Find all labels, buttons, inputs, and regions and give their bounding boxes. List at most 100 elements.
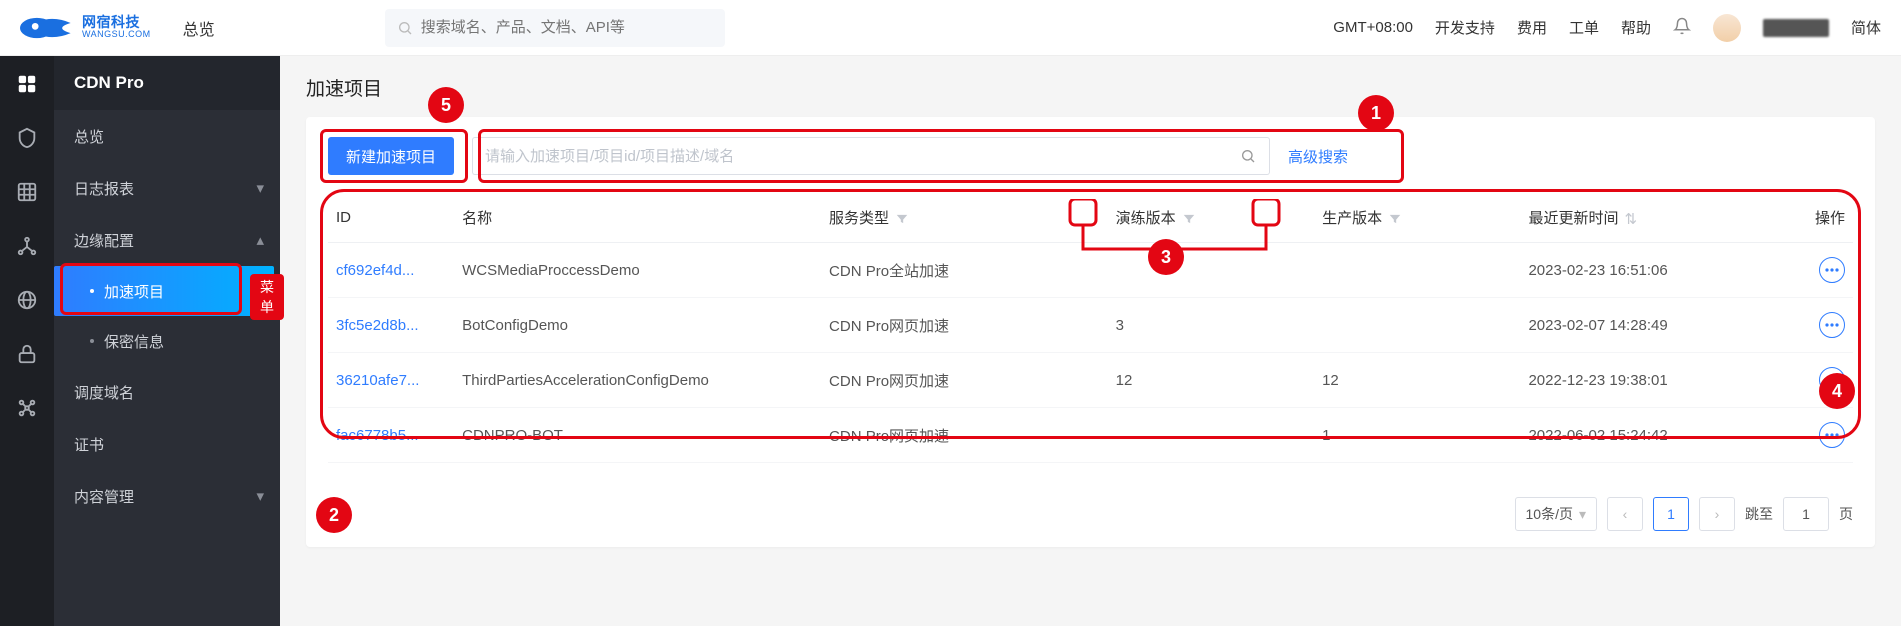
cell-id[interactable]: cf692ef4d... — [328, 243, 454, 298]
table-row: 36210afe7...ThirdPartiesAccelerationConf… — [328, 353, 1853, 408]
global-search-input[interactable] — [421, 19, 713, 36]
th-svc[interactable]: 服务类型 — [821, 193, 1108, 243]
cell-op — [1773, 408, 1853, 463]
cell-op — [1773, 353, 1853, 408]
projects-table: ID 名称 服务类型 演练版本 生产版本 最近更新时间⇅ 操作 cf692ef4… — [328, 193, 1853, 463]
sidebar-sub-secret[interactable]: 保密信息 — [54, 316, 280, 366]
filter-icon[interactable] — [1388, 212, 1402, 226]
row-actions-button[interactable] — [1819, 257, 1845, 283]
cell-prod: 12 — [1314, 353, 1520, 408]
sidebar-title: CDN Pro — [54, 56, 280, 110]
cell-name: CDNPRO-BOT — [454, 408, 821, 463]
cell-id[interactable]: 36210afe7... — [328, 353, 454, 408]
main: 加速项目 5 新建加速项目 高级搜索 1 ID — [280, 56, 1901, 626]
brand-domain: WANGSU.COM — [82, 30, 151, 39]
cell-op — [1773, 298, 1853, 353]
brand-logo[interactable]: 网宿科技 WANGSU.COM — [20, 10, 151, 46]
page-size-select[interactable]: 10条/页 ▾ — [1515, 497, 1598, 531]
th-op: 操作 — [1773, 193, 1853, 243]
total-records: 条 — [328, 503, 342, 523]
cost-link[interactable]: 费用 — [1517, 17, 1547, 38]
chevron-down-icon: ▾ — [256, 179, 264, 197]
th-updated[interactable]: 最近更新时间⇅ — [1520, 193, 1772, 243]
help-link[interactable]: 帮助 — [1621, 17, 1651, 38]
topbar: 网宿科技 WANGSU.COM 总览 GMT+08:00 开发支持 费用 工单 … — [0, 0, 1901, 56]
cell-rehearse — [1108, 243, 1314, 298]
cell-prod: 1 — [1314, 408, 1520, 463]
cell-updated: 2022-12-23 19:38:01 — [1520, 353, 1772, 408]
cell-name: ThirdPartiesAccelerationConfigDemo — [454, 353, 821, 408]
cell-updated: 2022-06-02 15:24:42 — [1520, 408, 1772, 463]
sidebar: CDN Pro 总览 日志报表 ▾ 边缘配置 ▴ 加速项目 菜单 保密信息 调度… — [54, 56, 280, 626]
page-prev-button[interactable]: ‹ — [1607, 497, 1643, 531]
cell-svc: CDN Pro网页加速 — [821, 353, 1108, 408]
timezone[interactable]: GMT+08:00 — [1333, 19, 1413, 36]
project-search-input[interactable] — [472, 137, 1226, 175]
cell-id[interactable]: 3fc5e2d8b... — [328, 298, 454, 353]
bell-icon[interactable] — [1673, 17, 1691, 39]
cell-updated: 2023-02-23 16:51:06 — [1520, 243, 1772, 298]
dev-support-link[interactable]: 开发支持 — [1435, 17, 1495, 38]
dot-icon — [90, 339, 94, 343]
page-next-button[interactable]: › — [1699, 497, 1735, 531]
cell-svc: CDN Pro全站加速 — [821, 243, 1108, 298]
cell-op — [1773, 243, 1853, 298]
rail-nodes-icon[interactable] — [15, 234, 39, 258]
toolbar: 新建加速项目 高级搜索 1 — [328, 137, 1853, 175]
row-actions-button[interactable] — [1819, 312, 1845, 338]
th-name: 名称 — [454, 193, 821, 243]
th-prod[interactable]: 生产版本 — [1314, 193, 1520, 243]
th-rehearse[interactable]: 演练版本 — [1108, 193, 1314, 243]
rail-network-icon[interactable] — [15, 396, 39, 420]
chevron-down-icon: ▾ — [1579, 506, 1586, 523]
cell-prod — [1314, 298, 1520, 353]
lang-switch[interactable]: 简体 — [1851, 17, 1881, 38]
row-actions-button[interactable] — [1819, 367, 1845, 393]
filter-icon[interactable] — [895, 212, 909, 226]
pagination: 10条/页 ▾ ‹ 1 › 跳至 页 — [1515, 497, 1854, 531]
sidebar-item-cert[interactable]: 证书 — [54, 418, 280, 470]
search-icon — [1240, 148, 1256, 164]
filter-icon[interactable] — [1182, 212, 1196, 226]
page-number-current[interactable]: 1 — [1653, 497, 1689, 531]
ticket-link[interactable]: 工单 — [1569, 17, 1599, 38]
rail-lock-icon[interactable] — [15, 342, 39, 366]
new-accel-button[interactable]: 新建加速项目 — [328, 137, 454, 175]
sidebar-item-content[interactable]: 内容管理 ▾ — [54, 470, 280, 522]
table-header-row: ID 名称 服务类型 演练版本 生产版本 最近更新时间⇅ 操作 — [328, 193, 1853, 243]
cell-name: BotConfigDemo — [454, 298, 821, 353]
jump-label: 跳至 — [1745, 504, 1773, 524]
cell-name: WCSMediaProccessDemo — [454, 243, 821, 298]
chevron-down-icon: ▾ — [256, 487, 264, 505]
rail-shield-icon[interactable] — [15, 126, 39, 150]
sidebar-item-dispatch[interactable]: 调度域名 — [54, 366, 280, 418]
row-actions-button[interactable] — [1819, 422, 1845, 448]
table-row: fac6778b5...CDNPRO-BOTCDN Pro网页加速12022-0… — [328, 408, 1853, 463]
top-overview-link[interactable]: 总览 — [183, 16, 215, 40]
global-search[interactable] — [385, 9, 725, 47]
sidebar-item-overview[interactable]: 总览 — [54, 110, 280, 162]
cell-rehearse: 3 — [1108, 298, 1314, 353]
jump-page-input[interactable] — [1783, 497, 1829, 531]
search-icon — [397, 20, 413, 36]
avatar[interactable] — [1713, 14, 1741, 42]
cell-rehearse — [1108, 408, 1314, 463]
sidebar-sub-accel[interactable]: 加速项目 — [54, 266, 274, 316]
page-title: 加速项目 — [306, 74, 1875, 101]
username-masked[interactable] — [1763, 19, 1829, 37]
icon-rail — [0, 56, 54, 626]
cell-id[interactable]: fac6778b5... — [328, 408, 454, 463]
th-id: ID — [328, 193, 454, 243]
brand-name: 网宿科技 — [82, 15, 151, 30]
sidebar-item-log[interactable]: 日志报表 ▾ — [54, 162, 280, 214]
top-right: GMT+08:00 开发支持 费用 工单 帮助 简体 — [1333, 14, 1881, 42]
rail-globe-icon[interactable] — [15, 288, 39, 312]
sidebar-item-edge[interactable]: 边缘配置 ▴ — [54, 214, 280, 266]
rail-grid-icon[interactable] — [15, 180, 39, 204]
advanced-search-link[interactable]: 高级搜索 — [1288, 146, 1348, 167]
table-row: cf692ef4d...WCSMediaProccessDemoCDN Pro全… — [328, 243, 1853, 298]
rail-apps-icon[interactable] — [15, 72, 39, 96]
sort-icon[interactable]: ⇅ — [1624, 210, 1637, 228]
project-search-button[interactable] — [1226, 137, 1270, 175]
cell-updated: 2023-02-07 14:28:49 — [1520, 298, 1772, 353]
